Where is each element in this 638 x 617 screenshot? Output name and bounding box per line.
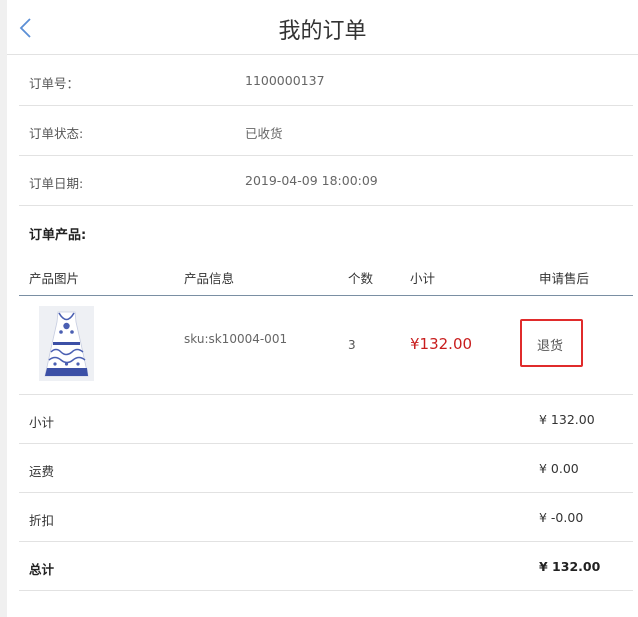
summary-shipping-label: 运费	[29, 464, 55, 479]
order-status-row: 订单状态: 已收货	[19, 106, 633, 156]
summary-discount-value: ¥ -0.00	[539, 510, 584, 525]
summary-total-label: 总计	[29, 562, 55, 577]
product-quantity: 3	[348, 338, 356, 352]
summary-row-discount: 折扣 ¥ -0.00	[19, 493, 633, 542]
product-image[interactable]	[39, 306, 94, 381]
page-header: 我的订单	[7, 0, 638, 55]
summary-row-shipping: 运费 ¥ 0.00	[19, 444, 633, 493]
order-number-row: 订单号： 1100000137	[19, 56, 633, 106]
left-rail	[0, 0, 7, 617]
column-header-subtotal: 小计	[410, 271, 436, 286]
product-sku: sku:sk10004-001	[184, 332, 288, 346]
product-row: sku:sk10004-001 3 ¥132.00 退货	[19, 296, 633, 395]
products-section-title: 订单产品:	[29, 228, 87, 243]
order-status-label: 订单状态:	[29, 126, 84, 141]
summary-row-subtotal: 小计 ¥ 132.00	[19, 395, 633, 444]
summary-shipping-value: ¥ 0.00	[539, 461, 579, 476]
order-date-label: 订单日期:	[29, 176, 84, 191]
products-table-header: 产品图片 产品信息 个数 小计 申请售后	[19, 258, 633, 296]
column-header-info: 产品信息	[184, 271, 235, 286]
summary-row-total: 总计 ¥ 132.00	[19, 542, 633, 591]
summary-discount-label: 折扣	[29, 513, 55, 528]
summary-subtotal-value: ¥ 132.00	[539, 412, 595, 427]
return-highlight-box: 退货	[520, 319, 583, 367]
order-number-label: 订单号：	[29, 76, 80, 91]
summary-subtotal-label: 小计	[29, 415, 55, 430]
column-header-after-sales: 申请售后	[539, 271, 590, 286]
order-status-value: 已收货	[245, 126, 283, 141]
summary-total-value: ¥ 132.00	[539, 559, 601, 574]
column-header-quantity: 个数	[348, 271, 374, 286]
order-date-row: 订单日期: 2019-04-09 18:00:09	[19, 156, 633, 206]
order-date-value: 2019-04-09 18:00:09	[245, 173, 378, 188]
product-subtotal: ¥132.00	[410, 335, 473, 353]
return-button[interactable]: 退货	[537, 335, 563, 354]
page-title: 我的订单	[278, 19, 367, 44]
order-number-value: 1100000137	[245, 73, 325, 88]
column-header-image: 产品图片	[29, 271, 80, 286]
